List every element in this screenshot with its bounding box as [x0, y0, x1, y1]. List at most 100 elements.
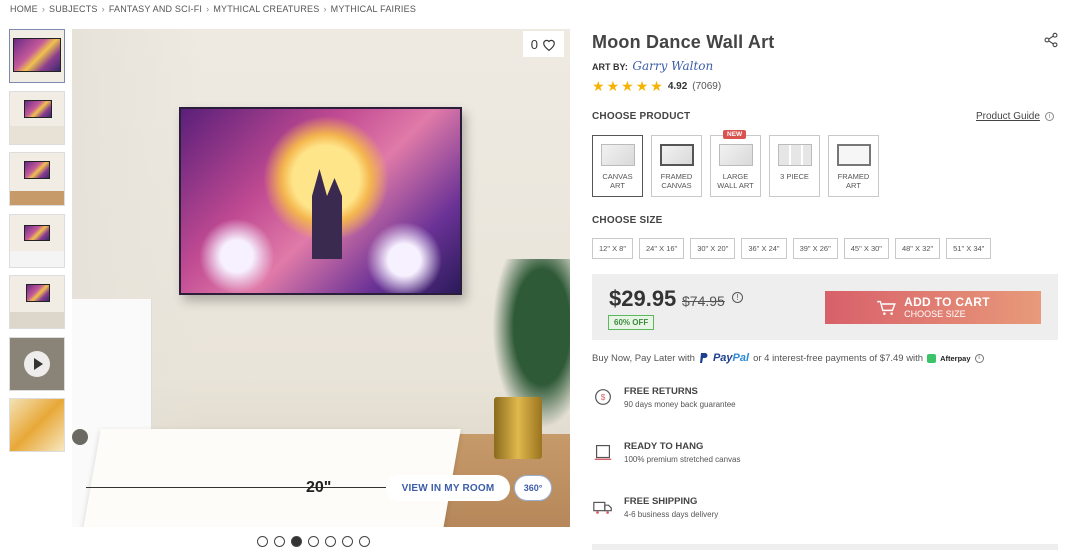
breadcrumb-mythical-creatures[interactable]: MYTHICAL CREATURES	[213, 4, 319, 14]
size-option[interactable]: 48" X 32"	[894, 238, 941, 259]
chevron-right-icon: ›	[101, 4, 105, 14]
feature-title: READY TO HANG	[624, 441, 704, 452]
product-option-canvas-art[interactable]: CANVAS ART	[592, 135, 643, 197]
thumbnail-4[interactable]	[9, 213, 65, 268]
favorite-count: 0	[530, 36, 538, 52]
product-hero-image[interactable]: 0 20" VIEW IN MY ROOM 360°	[72, 29, 570, 527]
view-360-button[interactable]: 360°	[514, 475, 552, 501]
product-option-large-wall-art[interactable]: NEW LARGE WALL ART	[710, 130, 761, 197]
review-count: (7069)	[692, 80, 722, 92]
chevron-right-icon: ›	[206, 4, 210, 14]
size-option[interactable]: 51" X 34"	[946, 238, 992, 259]
shipping-icon	[593, 501, 612, 514]
pot-shape	[494, 397, 542, 459]
feature-free-shipping: FREE SHIPPING 4-6 business days delivery	[592, 496, 718, 519]
rating-score: 4.92	[667, 80, 688, 92]
carousel-dots	[257, 536, 370, 547]
carousel-dot[interactable]	[274, 536, 285, 547]
feature-free-returns: $ FREE RETURNS 90 days money back guaran…	[592, 386, 736, 409]
rating[interactable]: ★ ★ ★ ★ ★ 4.92 (7069)	[592, 79, 1062, 93]
add-to-cart-label: ADD TO CART	[904, 294, 990, 309]
product-option-3-piece[interactable]: 3 PIECE	[769, 135, 820, 197]
feature-ready-to-hang: READY TO HANG 100% premium stretched can…	[592, 441, 741, 464]
afterpay-icon	[927, 353, 937, 363]
info-icon[interactable]: i	[1045, 112, 1054, 121]
carousel-dot[interactable]	[359, 536, 370, 547]
favorite-button[interactable]: 0	[522, 31, 564, 57]
add-to-cart-button[interactable]: ADD TO CART CHOOSE SIZE	[825, 291, 1041, 324]
thumbnail-video[interactable]	[9, 336, 65, 391]
choose-product-label: CHOOSE PRODUCT	[592, 111, 691, 122]
feature-title: FREE RETURNS	[624, 386, 698, 397]
product-option-label: FRAMED ART	[837, 172, 870, 190]
size-options: 12" X 8" 24" X 16" 30" X 20" 36" X 24" 3…	[592, 238, 992, 259]
current-price: $29.95	[609, 286, 677, 311]
size-indicator: 20"	[306, 479, 332, 496]
art-by-label: ART BY:	[592, 62, 628, 72]
bnpl-prefix: Buy Now, Pay Later with	[592, 352, 695, 364]
size-option[interactable]: 12" X 8"	[592, 238, 634, 259]
new-badge: NEW	[723, 130, 747, 139]
carousel-dot[interactable]	[325, 536, 336, 547]
returns-icon: $	[595, 389, 611, 405]
feature-desc: 4-6 business days delivery	[624, 510, 719, 519]
thumbnail-list	[9, 29, 67, 460]
discount-badge: 60% OFF	[608, 315, 655, 330]
product-option-label: 3 PIECE	[780, 172, 809, 181]
thumbnail-5[interactable]	[9, 275, 65, 329]
divider	[592, 544, 1058, 550]
afterpay-logo[interactable]: Afterpay	[940, 354, 970, 363]
play-icon	[24, 350, 50, 377]
breadcrumb: HOME › SUBJECTS › FANTASY AND SCI-FI › M…	[10, 4, 416, 14]
view-in-room-button[interactable]: VIEW IN MY ROOM	[386, 475, 510, 501]
paypal-icon	[699, 353, 708, 363]
cart-icon	[877, 300, 896, 315]
carousel-dot[interactable]	[342, 536, 353, 547]
breadcrumb-subjects[interactable]: SUBJECTS	[49, 4, 98, 14]
thumbnail-7[interactable]	[9, 398, 65, 452]
drag-handle[interactable]	[72, 429, 88, 445]
heart-icon	[543, 39, 555, 51]
size-ruler	[86, 487, 386, 488]
thumbnail-2[interactable]	[9, 90, 65, 145]
artist-link[interactable]: Garry Walton	[632, 59, 713, 73]
size-option[interactable]: 30" X 20"	[690, 238, 736, 259]
svg-text:$: $	[601, 393, 606, 402]
carousel-dot[interactable]	[257, 536, 268, 547]
size-option[interactable]: 39" X 26"	[792, 238, 838, 259]
frame-icon	[594, 444, 612, 461]
star-icon: ★	[606, 78, 620, 94]
breadcrumb-mythical-fairies[interactable]: MYTHICAL FAIRIES	[331, 4, 416, 14]
chevron-right-icon: ›	[323, 4, 327, 14]
thumbnail-3[interactable]	[9, 152, 65, 206]
artist-line: ART BY: Garry Walton	[592, 59, 1062, 73]
star-icon: ★	[650, 78, 663, 94]
bnpl-line: Buy Now, Pay Later with PayPal or 4 inte…	[592, 352, 984, 364]
info-icon[interactable]: !	[732, 292, 743, 303]
breadcrumb-home[interactable]: HOME	[10, 4, 38, 14]
share-icon[interactable]	[1043, 32, 1059, 48]
chevron-right-icon: ›	[41, 4, 46, 14]
size-option[interactable]: 45" X 30"	[843, 238, 889, 259]
info-icon[interactable]: i	[974, 353, 984, 363]
thumbnail-1[interactable]	[9, 29, 65, 83]
carousel-dot[interactable]	[308, 536, 319, 547]
size-option[interactable]: 36" X 24"	[741, 238, 787, 259]
choose-size-label: CHOOSE SIZE	[592, 215, 663, 226]
choose-size-hint: CHOOSE SIZE	[904, 308, 966, 319]
star-icon: ★	[621, 78, 634, 94]
product-guide-link[interactable]: Product Guide	[976, 111, 1040, 122]
paypal-logo[interactable]: PayPal	[713, 352, 749, 364]
bnpl-middle: or 4 interest-free payments of $7.49 wit…	[753, 352, 924, 364]
size-option[interactable]: 24" X 16"	[639, 238, 685, 259]
star-icon: ★	[635, 78, 649, 94]
breadcrumb-fantasy[interactable]: FANTASY AND SCI-FI	[109, 4, 202, 14]
feature-title: FREE SHIPPING	[624, 496, 698, 507]
carousel-dot[interactable]	[291, 536, 302, 547]
price-panel: $29.95 $74.95 ! 60% OFF ADD TO CART CHOO…	[592, 274, 1058, 340]
star-icon: ★	[592, 78, 605, 94]
original-price: $74.95	[682, 293, 725, 309]
product-option-label: LARGE WALL ART	[717, 172, 754, 190]
product-option-framed-canvas[interactable]: FRAMED CANVAS	[651, 135, 702, 197]
product-option-framed-art[interactable]: FRAMED ART	[828, 135, 879, 197]
